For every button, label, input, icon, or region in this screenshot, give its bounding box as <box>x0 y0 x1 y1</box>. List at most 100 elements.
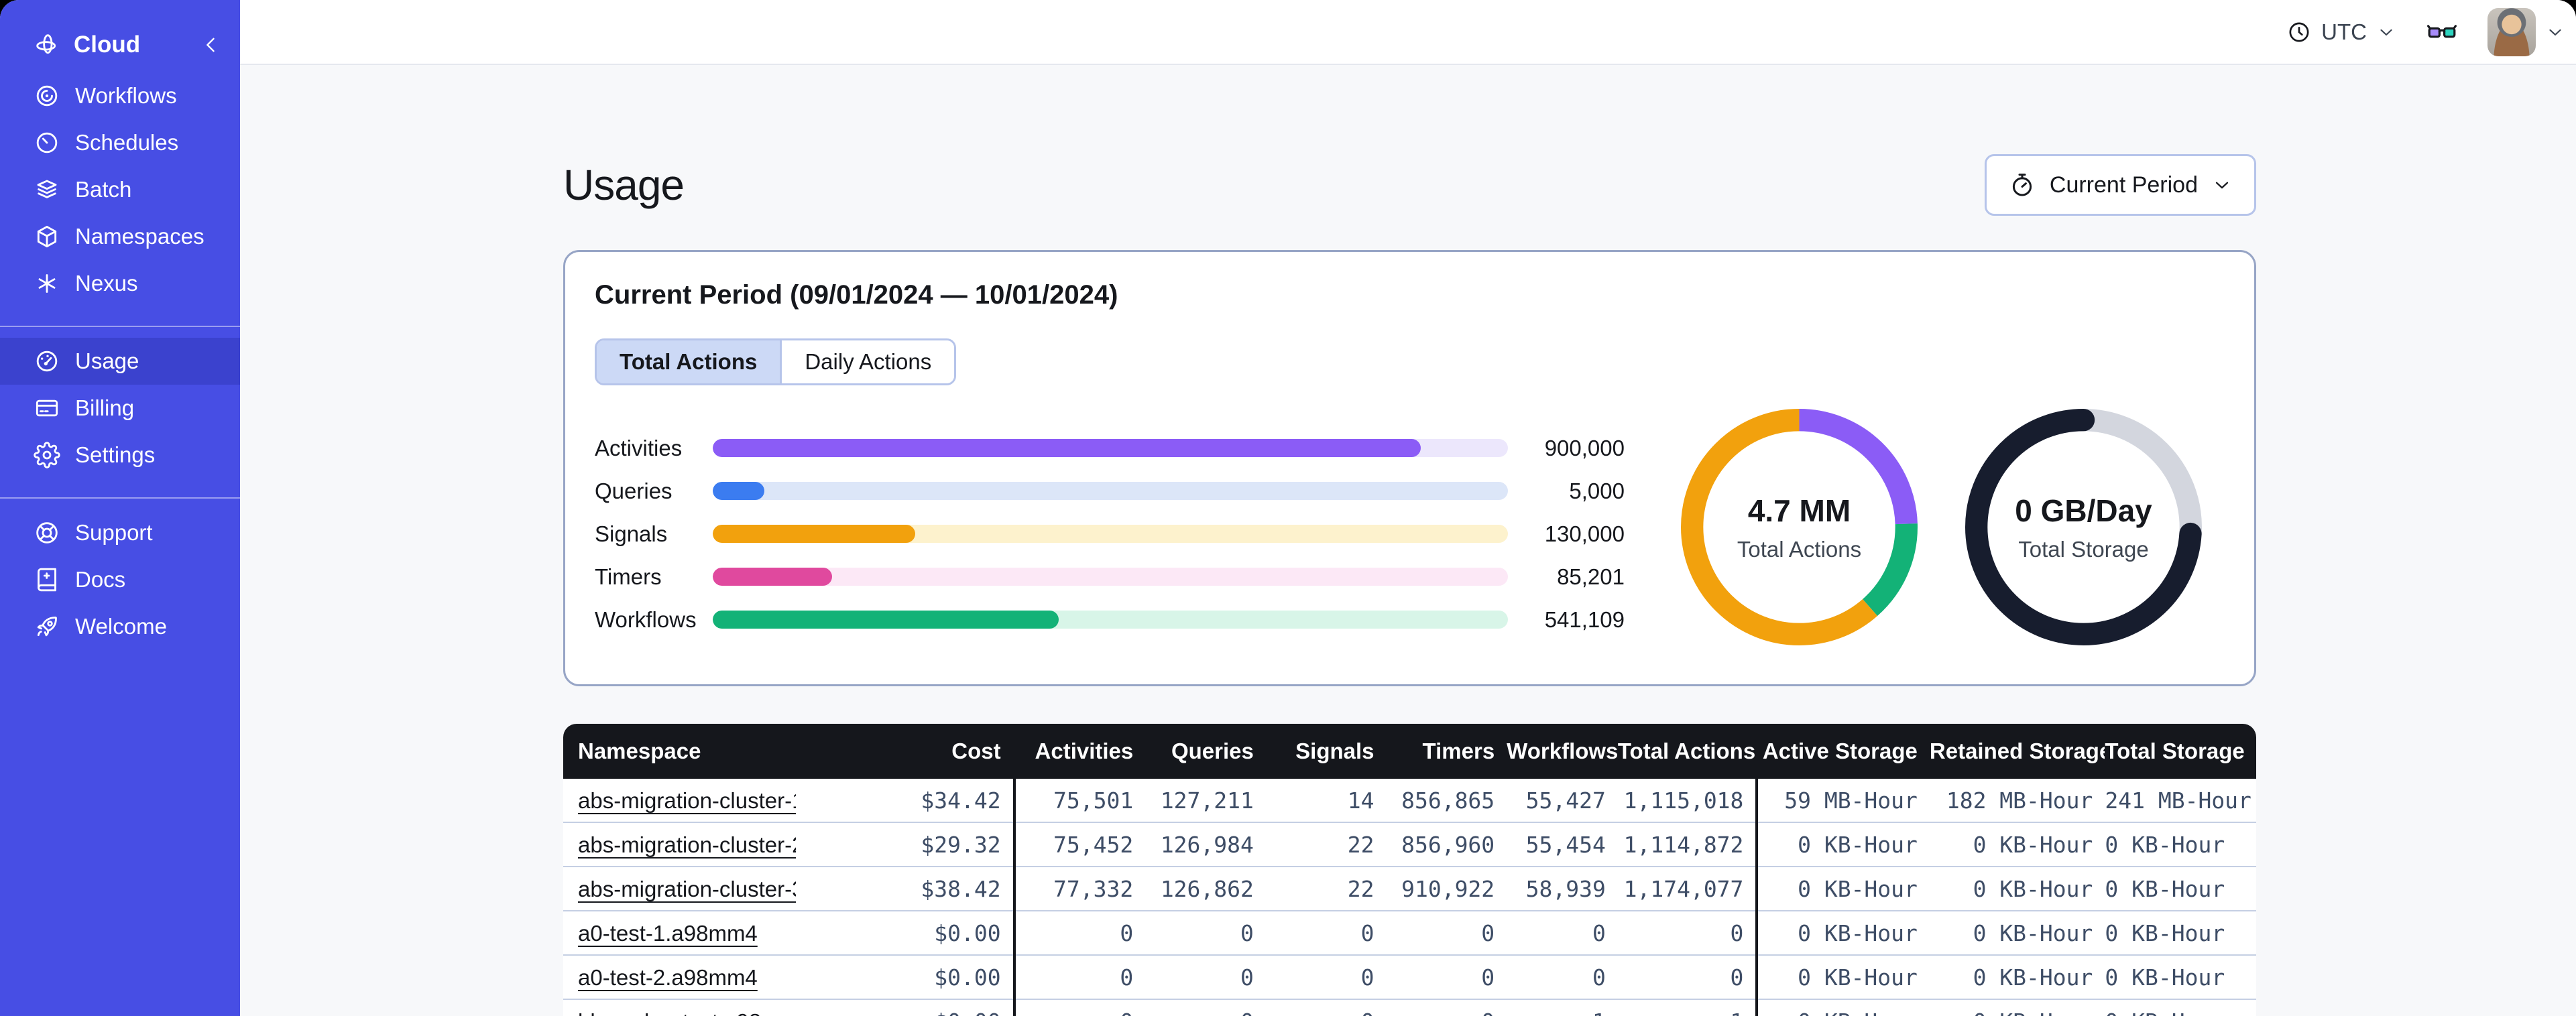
glasses-icon[interactable] <box>2426 16 2458 48</box>
table-cell: 0 KB-Hour <box>2105 955 2256 1000</box>
table-cell: 1 <box>1507 999 1618 1016</box>
sidebar-item-label: Schedules <box>75 130 179 155</box>
bar-value: 130,000 <box>1544 521 1625 546</box>
table-cell: 0 KB-Hour <box>1929 955 2105 1000</box>
docs-icon <box>34 566 60 593</box>
namespaces-icon <box>34 223 60 250</box>
bar-value: 900,000 <box>1544 435 1625 460</box>
total-actions-donut: 4.7 MM Total Actions <box>1681 409 1918 645</box>
table-cell: 127,211 <box>1145 779 1266 823</box>
sidebar-collapse-icon[interactable] <box>200 34 223 56</box>
table-cell: 55,454 <box>1507 822 1618 867</box>
table-cell: 126,984 <box>1145 822 1266 867</box>
namespace-link[interactable]: abs-migration-cluster-2.a98mm4 <box>578 832 796 857</box>
table-cell: bk-worker-test.a98mm4 <box>563 999 797 1016</box>
welcome-icon <box>34 613 60 640</box>
sidebar-item-usage[interactable]: Usage <box>0 338 240 385</box>
bar-row-workflows: Workflows 541,109 <box>595 607 1625 632</box>
bar-value: 5,000 <box>1569 478 1625 503</box>
table-cell: 1,115,018 <box>1617 779 1759 823</box>
sidebar-item-namespaces[interactable]: Namespaces <box>0 213 240 260</box>
sidebar-item-docs[interactable]: Docs <box>0 556 240 603</box>
namespace-link[interactable]: abs-migration-cluster-1.a98mm4 <box>578 788 796 813</box>
table-cell: 0 <box>1265 911 1387 956</box>
sidebar-nav: Workflows Schedules Batch Namespaces Nexus Us… <box>0 67 240 650</box>
tab-total-actions[interactable]: Total Actions <box>597 340 780 383</box>
table-cell: $0.00 <box>796 955 1016 1000</box>
bar-label: Timers <box>595 564 662 589</box>
sidebar-item-settings[interactable]: Settings <box>0 432 240 479</box>
table-cell: 22 <box>1265 822 1387 867</box>
user-avatar <box>2487 7 2536 56</box>
bar-track <box>713 482 1508 500</box>
table-cell: $0.00 <box>796 999 1016 1016</box>
sidebar-item-label: Support <box>75 520 153 545</box>
column-header-active-storage: Active Storage <box>1757 724 1930 779</box>
timezone-selector[interactable]: UTC <box>2286 19 2396 45</box>
sidebar: Cloud Workflows Schedules Batch Namespaces N… <box>0 0 240 1016</box>
table-cell: 55,427 <box>1507 779 1618 823</box>
total-storage-donut: 0 GB/Day Total Storage <box>1965 409 2202 645</box>
table-cell: 0 KB-Hour <box>2105 999 2256 1016</box>
period-selector-button[interactable]: Current Period <box>1984 154 2256 216</box>
table-cell: 126,862 <box>1145 867 1266 911</box>
column-header-retained-storage: Retained Storage <box>1929 724 2105 779</box>
page-header: Usage Current Period <box>563 154 2256 216</box>
sidebar-item-label: Billing <box>75 395 135 420</box>
column-header-signals: Signals <box>1265 724 1387 779</box>
sidebar-item-nexus[interactable]: Nexus <box>0 260 240 307</box>
namespace-link[interactable]: a0-test-2.a98mm4 <box>578 965 758 990</box>
namespace-link[interactable]: a0-test-1.a98mm4 <box>578 921 758 946</box>
table-cell: 0 KB-Hour <box>1757 911 1930 956</box>
table-cell: 0 <box>1617 955 1759 1000</box>
total-storage-label: Total Storage <box>2018 536 2149 562</box>
table-row: a0-test-1.a98mm4 $0.00 0 0 0 0 0 0 0 KB-Hour 0 KB… <box>563 911 2256 956</box>
table-cell: 0 <box>1014 911 1146 956</box>
table-row: bk-worker-test.a98mm4$0.000000110 KB-Hou… <box>563 999 2256 1016</box>
table-cell: 856,865 <box>1386 779 1507 823</box>
bar-row-activities: Activities 900,000 <box>595 436 1625 460</box>
namespace-link[interactable]: bk-worker-test.a98mm4 <box>578 1009 796 1016</box>
usage-summary-card: Current Period (09/01/2024 — 10/01/2024)… <box>563 250 2256 686</box>
table-cell: 75,452 <box>1014 822 1146 867</box>
page-title: Usage <box>563 161 685 209</box>
chevron-down-icon <box>2211 174 2233 196</box>
bar-fill <box>713 439 1421 457</box>
table-cell: 0 KB-Hour <box>1929 911 2105 956</box>
sidebar-group: Workflows Schedules Batch Namespaces Nexus <box>0 72 240 307</box>
tab-daily-actions[interactable]: Daily Actions <box>780 340 955 383</box>
column-header-total-actions: Total Actions <box>1617 724 1759 779</box>
bar-fill <box>713 482 765 500</box>
temporal-logo-icon <box>34 31 60 58</box>
total-actions-donut-center: 4.7 MM Total Actions <box>1681 409 1918 645</box>
table-cell: $34.42 <box>796 779 1016 823</box>
table-cell: 0 <box>1265 955 1387 1000</box>
table-cell: 58,939 <box>1507 867 1618 911</box>
sidebar-item-support[interactable]: Support <box>0 509 240 556</box>
billing-icon <box>34 395 60 422</box>
table-cell: 0 <box>1014 955 1146 1000</box>
sidebar-item-workflows[interactable]: Workflows <box>0 72 240 119</box>
table-cell: abs-migration-cluster-2.a98mm4 <box>563 822 797 867</box>
table-row: abs-migration-cluster-2.a98mm4$29.3275,4… <box>563 822 2256 867</box>
table-cell: 59 MB-Hour <box>1757 779 1930 823</box>
bar-fill <box>713 568 832 586</box>
sidebar-logo-row: Cloud <box>0 23 240 67</box>
sidebar-item-batch[interactable]: Batch <box>0 166 240 213</box>
bar-track <box>713 568 1508 586</box>
actions-bar-chart: Activities 900,000 Queries 5,000 Signals 130,… <box>595 436 1625 632</box>
table-cell: 0 KB-Hour <box>1757 955 1930 1000</box>
table-cell: 0 KB-Hour <box>1757 822 1930 867</box>
namespace-link[interactable]: abs-migration-cluster-3.a98mm4 <box>578 877 796 901</box>
sidebar-item-welcome[interactable]: Welcome <box>0 603 240 650</box>
sidebar-item-label: Usage <box>75 348 139 373</box>
table-cell: 0 KB-Hour <box>2105 911 2256 956</box>
bar-label: Queries <box>595 478 672 503</box>
sidebar-item-schedules[interactable]: Schedules <box>0 119 240 166</box>
topbar: UTC <box>240 0 2576 65</box>
sidebar-item-label: Docs <box>75 567 126 592</box>
table-cell: 1 <box>1617 999 1759 1016</box>
sidebar-item-billing[interactable]: Billing <box>0 385 240 432</box>
user-menu[interactable] <box>2487 7 2565 56</box>
table-cell: 22 <box>1265 867 1387 911</box>
